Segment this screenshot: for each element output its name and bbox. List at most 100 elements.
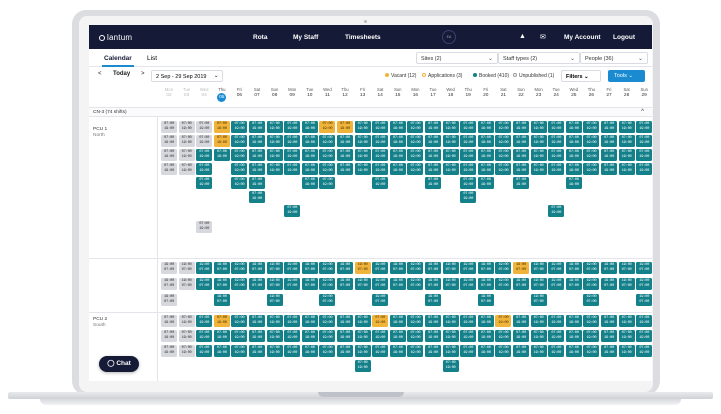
shift-cell[interactable]: 07:00 19:00 <box>213 315 230 327</box>
shift-cell[interactable]: 19:00 07:00 <box>284 278 301 290</box>
shift-cell[interactable]: 07:00 19:00 <box>161 163 177 175</box>
shift-cell[interactable]: 19:00 07:00 <box>231 278 248 290</box>
day-header[interactable]: Wed 04 <box>196 87 212 99</box>
shift-cell[interactable]: 19:00 07:00 <box>460 278 477 290</box>
day-header[interactable]: Thu 12 <box>337 87 353 99</box>
day-header[interactable]: Fri 13 <box>355 87 371 99</box>
shift-cell[interactable]: 07:00 19:00 <box>477 330 494 342</box>
shift-cell[interactable]: 07:00 19:00 <box>213 345 230 357</box>
shift-cell[interactable]: 19:00 07:00 <box>196 262 213 274</box>
shift-cell[interactable]: 19:00 07:00 <box>601 278 617 290</box>
day-header[interactable]: Wed 18 <box>443 87 459 99</box>
shift-cell[interactable]: 07:00 19:00 <box>372 330 389 342</box>
shift-cell[interactable]: 07:00 19:00 <box>407 149 424 161</box>
day-header[interactable]: Mon 16 <box>407 87 423 99</box>
next-button[interactable]: > <box>141 71 145 77</box>
shift-cell[interactable]: 07:00 19:00 <box>513 135 529 147</box>
shift-cell[interactable]: 07:00 19:00 <box>389 121 406 133</box>
shift-cell[interactable]: 19:00 07:00 <box>495 262 512 274</box>
shift-cell[interactable]: 07:00 19:00 <box>389 149 406 161</box>
shift-cell[interactable]: 19:00 07:00 <box>213 278 230 290</box>
shift-cell[interactable]: 19:00 07:00 <box>442 262 459 274</box>
shift-cell[interactable]: 07:00 19:00 <box>425 177 441 189</box>
shift-cell[interactable]: 19:00 07:00 <box>319 262 336 274</box>
shift-cell[interactable]: 07:00 19:00 <box>565 345 582 357</box>
day-header[interactable]: Tue 10 <box>302 87 318 99</box>
shift-cell[interactable]: 07:00 19:00 <box>284 315 301 327</box>
shift-cell[interactable]: 07:00 19:00 <box>495 163 512 175</box>
shift-cell[interactable]: 19:00 07:00 <box>213 294 230 306</box>
shift-cell[interactable]: 19:00 07:00 <box>178 278 195 290</box>
shift-cell[interactable]: 07:00 19:00 <box>513 345 529 357</box>
shift-cell[interactable]: 19:00 07:00 <box>284 262 301 274</box>
shift-cell[interactable]: 07:00 19:00 <box>407 163 424 175</box>
shift-cell[interactable]: 07:00 19:00 <box>284 330 301 342</box>
shift-cell[interactable]: 07:00 19:00 <box>425 149 441 161</box>
shift-cell[interactable]: 07:00 19:00 <box>460 177 477 189</box>
shift-cell[interactable]: 07:00 19:00 <box>618 135 635 147</box>
shift-cell[interactable]: 19:00 07:00 <box>337 278 353 290</box>
shift-cell[interactable]: 19:00 07:00 <box>618 262 635 274</box>
shift-cell[interactable]: 07:00 19:00 <box>231 163 248 175</box>
shift-cell[interactable]: 07:00 19:00 <box>178 163 195 175</box>
day-header[interactable]: Thu 19 <box>460 87 476 99</box>
shift-cell[interactable]: 07:00 19:00 <box>266 330 283 342</box>
shift-cell[interactable]: 07:00 19:00 <box>196 315 213 327</box>
shift-cell[interactable]: 19:00 07:00 <box>548 278 565 290</box>
shift-cell[interactable]: 07:00 19:00 <box>477 345 494 357</box>
shift-cell[interactable]: 07:00 19:00 <box>477 121 494 133</box>
shift-cell[interactable]: 07:00 19:00 <box>249 135 265 147</box>
shift-cell[interactable]: 07:00 19:00 <box>442 345 459 357</box>
shift-cell[interactable]: 07:00 19:00 <box>618 345 635 357</box>
shift-cell[interactable]: 07:00 19:00 <box>565 330 582 342</box>
shift-cell[interactable]: 07:00 19:00 <box>425 163 441 175</box>
shift-cell[interactable]: 07:00 19:00 <box>372 149 389 161</box>
shift-cell[interactable]: 07:00 19:00 <box>548 205 565 217</box>
shift-cell[interactable]: 07:00 19:00 <box>231 177 248 189</box>
shift-cell[interactable]: 07:00 19:00 <box>301 121 318 133</box>
shift-cell[interactable]: 19:00 07:00 <box>636 278 652 290</box>
shift-cell[interactable]: 07:00 19:00 <box>442 163 459 175</box>
shift-cell[interactable]: 19:00 07:00 <box>196 278 213 290</box>
shift-cell[interactable]: 19:00 07:00 <box>407 278 424 290</box>
shift-cell[interactable]: 19:00 07:00 <box>354 262 371 274</box>
shift-cell[interactable]: 07:00 19:00 <box>249 121 265 133</box>
shift-cell[interactable]: 07:00 19:00 <box>372 163 389 175</box>
shift-cell[interactable]: 07:00 19:00 <box>266 121 283 133</box>
shift-cell[interactable]: 07:00 19:00 <box>178 330 195 342</box>
shift-cell[interactable]: 07:00 19:00 <box>460 330 477 342</box>
shift-cell[interactable]: 07:00 19:00 <box>477 177 494 189</box>
shift-cell[interactable]: 07:00 19:00 <box>530 135 547 147</box>
shift-cell[interactable]: 19:00 07:00 <box>530 294 547 306</box>
shift-cell[interactable]: 19:00 07:00 <box>513 262 529 274</box>
shift-cell[interactable]: 19:00 07:00 <box>407 262 424 274</box>
shift-cell[interactable]: 19:00 07:00 <box>161 262 177 274</box>
tools-button[interactable]: Tools ⌄ <box>608 70 645 82</box>
shift-cell[interactable]: 07:00 19:00 <box>196 163 213 175</box>
shift-cell[interactable]: 07:00 19:00 <box>407 345 424 357</box>
shift-cell[interactable]: 07:00 19:00 <box>319 330 336 342</box>
shift-cell[interactable]: 07:00 19:00 <box>249 191 265 203</box>
tab-calendar[interactable]: Calendar <box>102 55 134 67</box>
shift-cell[interactable]: 07:00 19:00 <box>389 345 406 357</box>
shift-cell[interactable]: 07:00 19:00 <box>425 315 441 327</box>
day-header[interactable]: Sat 14 <box>372 87 388 99</box>
shift-cell[interactable]: 07:00 19:00 <box>161 315 177 327</box>
shift-cell[interactable]: 07:00 19:00 <box>354 345 371 357</box>
shift-cell[interactable]: 07:00 19:00 <box>477 135 494 147</box>
shift-cell[interactable]: 07:00 19:00 <box>372 121 389 133</box>
shift-cell[interactable]: 07:00 19:00 <box>495 315 512 327</box>
shift-cell[interactable]: 19:00 07:00 <box>583 262 600 274</box>
shift-cell[interactable]: 07:00 19:00 <box>337 315 353 327</box>
shift-cell[interactable]: 07:00 19:00 <box>213 121 230 133</box>
shift-cell[interactable]: 07:00 19:00 <box>354 163 371 175</box>
shift-cell[interactable]: 07:00 19:00 <box>495 135 512 147</box>
shift-cell[interactable]: 19:00 07:00 <box>389 278 406 290</box>
shift-cell[interactable]: 07:00 19:00 <box>513 315 529 327</box>
shift-cell[interactable]: 07:00 19:00 <box>601 315 617 327</box>
shift-cell[interactable]: 07:00 19:00 <box>601 330 617 342</box>
shift-cell[interactable]: 19:00 07:00 <box>618 278 635 290</box>
shift-cell[interactable]: 07:00 19:00 <box>442 149 459 161</box>
shift-cell[interactable]: 07:00 19:00 <box>495 121 512 133</box>
shift-cell[interactable]: 19:00 07:00 <box>548 262 565 274</box>
